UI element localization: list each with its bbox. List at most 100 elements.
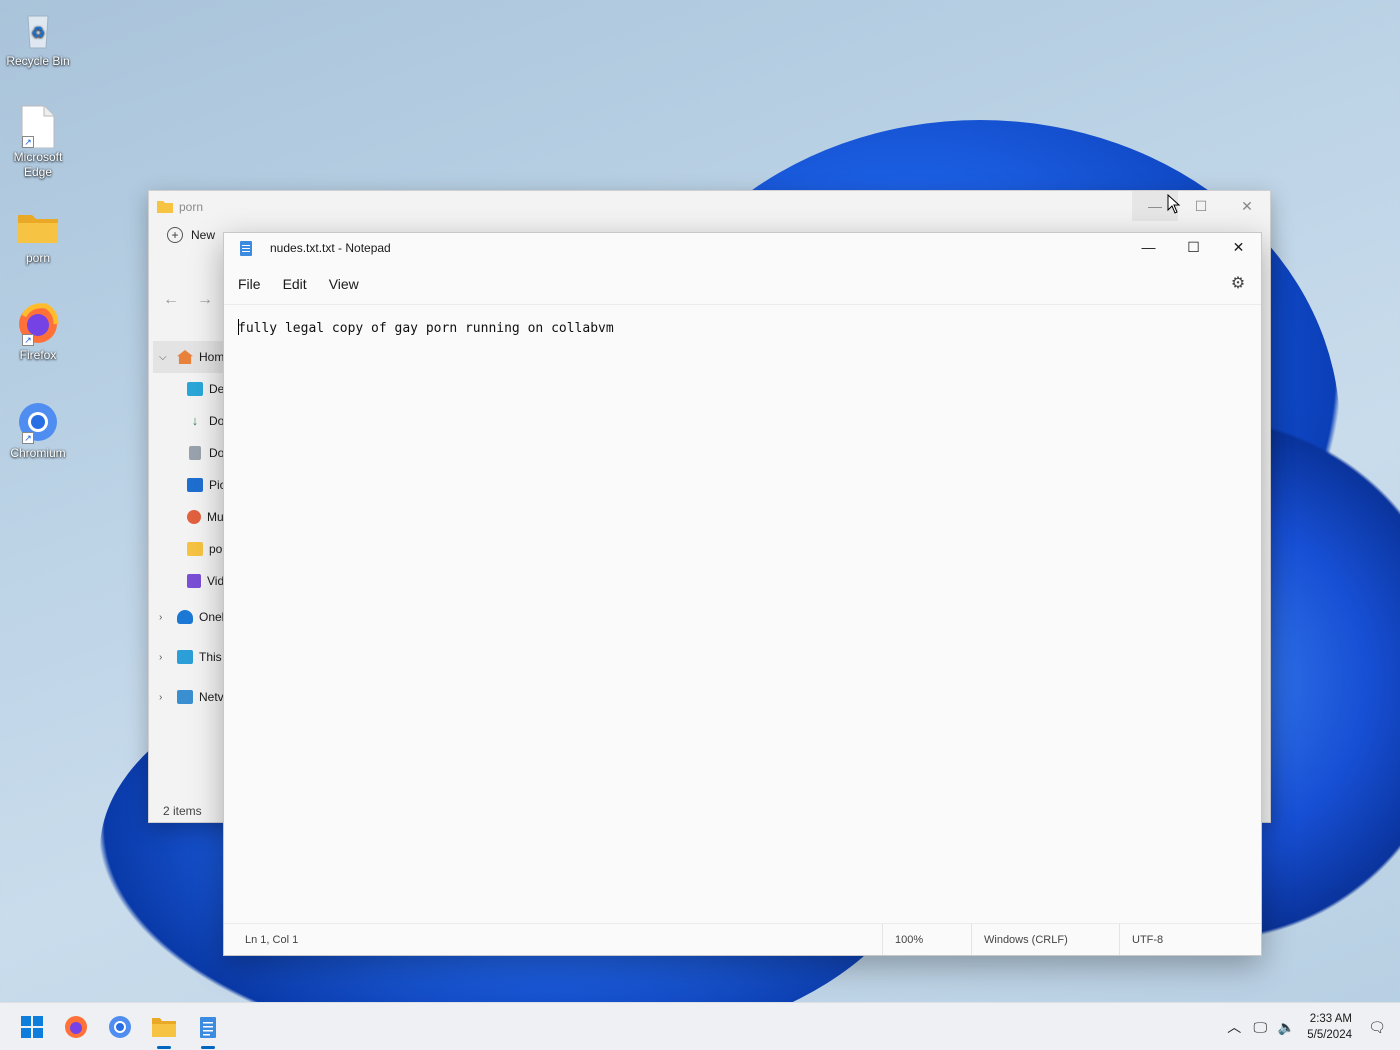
settings-gear-icon[interactable]: ⚙ bbox=[1229, 275, 1247, 293]
explorer-maximize-button[interactable]: ☐ bbox=[1178, 191, 1224, 221]
notepad-app-icon bbox=[240, 240, 252, 256]
network-display-icon[interactable]: 🖵 bbox=[1247, 1019, 1273, 1036]
nav-item-onedrive[interactable]: › Onel bbox=[149, 597, 229, 637]
menu-edit[interactable]: Edit bbox=[273, 270, 317, 298]
explorer-nav-buttons: ← → bbox=[163, 291, 213, 309]
taskbar-chromium[interactable] bbox=[104, 1011, 136, 1043]
taskbar-notepad[interactable] bbox=[192, 1011, 224, 1049]
status-encoding[interactable]: UTF-8 bbox=[1119, 924, 1257, 955]
nav-item-this-pc[interactable]: › This bbox=[149, 637, 229, 677]
notepad-caption-buttons: — ☐ ✕ bbox=[1126, 233, 1261, 261]
nav-item-label: Onel bbox=[199, 610, 225, 624]
desktop-icon-microsoft-edge[interactable]: ↗ Microsoft Edge bbox=[4, 104, 72, 180]
nav-item-label: Mu bbox=[207, 510, 224, 524]
desktop-icon-recycle-bin[interactable]: ♻ Recycle Bin bbox=[4, 8, 72, 69]
notepad-close-button[interactable]: ✕ bbox=[1216, 233, 1261, 261]
desktop-icon-firefox[interactable]: ↗ Firefox bbox=[4, 302, 72, 363]
desktop-icon-label: Recycle Bin bbox=[6, 54, 70, 68]
windows-logo-icon bbox=[21, 1016, 43, 1038]
desktop-icon bbox=[187, 382, 203, 396]
file-explorer-icon bbox=[152, 1018, 176, 1037]
nav-item-porn-folder[interactable]: po bbox=[149, 533, 229, 565]
start-button[interactable] bbox=[16, 1011, 48, 1043]
nav-item-desktop[interactable]: De bbox=[149, 373, 229, 405]
svg-text:♻: ♻ bbox=[31, 23, 45, 42]
notepad-titlebar[interactable]: nudes.txt.txt - Notepad — ☐ ✕ bbox=[224, 233, 1261, 263]
nav-item-label: Netv bbox=[199, 690, 224, 704]
notification-icon[interactable]: 🗨 bbox=[1364, 1019, 1390, 1036]
desktop-icon-label: porn bbox=[25, 251, 51, 265]
pictures-icon bbox=[187, 478, 203, 492]
chevron-right-icon[interactable]: › bbox=[159, 612, 177, 623]
forward-arrow-icon[interactable]: → bbox=[197, 291, 213, 309]
music-icon bbox=[187, 510, 201, 524]
folder-icon bbox=[187, 542, 203, 556]
desktop-icon-label: Chromium bbox=[10, 446, 66, 460]
notepad-window[interactable]: nudes.txt.txt - Notepad — ☐ ✕ File Edit … bbox=[223, 232, 1262, 956]
taskbar-clock[interactable]: 2:33 AM 5/5/2024 bbox=[1307, 1011, 1352, 1043]
speaker-muted-icon[interactable]: 🔈 bbox=[1273, 1019, 1299, 1036]
nav-item-network[interactable]: › Netv bbox=[149, 677, 229, 717]
notepad-text-editor[interactable]: fully legal copy of gay porn running on … bbox=[238, 319, 1247, 923]
firefox-icon bbox=[65, 1016, 87, 1038]
explorer-caption-buttons: — ☐ ✕ bbox=[1132, 191, 1270, 221]
explorer-new-button[interactable]: + New bbox=[167, 227, 215, 243]
chevron-up-icon[interactable]: ︿ bbox=[1221, 1017, 1247, 1037]
network-icon bbox=[177, 690, 193, 704]
chevron-right-icon[interactable]: › bbox=[159, 652, 177, 663]
document-icon bbox=[189, 446, 201, 460]
explorer-status-items: 2 items bbox=[163, 804, 202, 818]
desktop-icon-label: Firefox bbox=[19, 348, 57, 362]
notepad-statusbar: Ln 1, Col 1 100% Windows (CRLF) UTF-8 bbox=[224, 923, 1261, 955]
nav-item-label: Hom bbox=[199, 350, 225, 364]
menu-view[interactable]: View bbox=[319, 270, 369, 298]
editor-content: fully legal copy of gay porn running on … bbox=[238, 321, 614, 336]
menu-file[interactable]: File bbox=[228, 270, 271, 298]
explorer-title: porn bbox=[179, 200, 204, 214]
chromium-icon bbox=[109, 1016, 131, 1038]
notepad-minimize-button[interactable]: — bbox=[1126, 233, 1171, 261]
folder-icon bbox=[157, 201, 173, 213]
folder-icon bbox=[16, 205, 60, 249]
shortcut-arrow-icon: ↗ bbox=[22, 136, 34, 148]
status-line-ending[interactable]: Windows (CRLF) bbox=[971, 924, 1119, 955]
desktop-icon-porn-folder[interactable]: porn bbox=[4, 205, 72, 266]
nav-item-videos[interactable]: Vid bbox=[149, 565, 229, 597]
nav-item-documents[interactable]: Do bbox=[149, 437, 229, 469]
nav-item-downloads[interactable]: ↓ Do bbox=[149, 405, 229, 437]
explorer-titlebar[interactable]: porn bbox=[149, 191, 1270, 223]
download-icon: ↓ bbox=[191, 413, 199, 428]
notepad-menubar: File Edit View ⚙ bbox=[224, 263, 1261, 305]
taskbar: ︿ 🖵 🔈 2:33 AM 5/5/2024 🗨 bbox=[0, 1002, 1400, 1050]
computer-icon bbox=[177, 650, 193, 664]
chevron-right-icon[interactable]: › bbox=[159, 692, 177, 703]
nav-item-home[interactable]: ⌵ Hom bbox=[153, 341, 229, 373]
notepad-icon bbox=[200, 1017, 216, 1038]
status-zoom[interactable]: 100% bbox=[882, 924, 971, 955]
edge-file-icon: ↗ bbox=[16, 104, 60, 149]
nav-item-pictures[interactable]: Pic bbox=[149, 469, 229, 501]
back-arrow-icon[interactable]: ← bbox=[163, 291, 179, 309]
recycle-bin-icon: ♻ bbox=[16, 8, 60, 52]
desktop-icon-chromium[interactable]: ↗ Chromium bbox=[4, 400, 72, 461]
notepad-maximize-button[interactable]: ☐ bbox=[1171, 233, 1216, 261]
nav-item-music[interactable]: Mu bbox=[149, 501, 229, 533]
videos-icon bbox=[187, 574, 201, 588]
nav-item-label: Vid bbox=[207, 574, 225, 588]
nav-item-label: po bbox=[209, 542, 223, 556]
shortcut-arrow-icon: ↗ bbox=[22, 432, 34, 444]
cloud-icon bbox=[177, 610, 193, 624]
desktop-icon-label: Microsoft Edge bbox=[13, 150, 63, 179]
taskbar-firefox[interactable] bbox=[60, 1011, 92, 1043]
taskbar-file-explorer[interactable] bbox=[148, 1011, 180, 1049]
status-cursor-position: Ln 1, Col 1 bbox=[245, 933, 299, 946]
mouse-cursor-icon bbox=[1167, 194, 1181, 214]
new-button-label: New bbox=[191, 228, 216, 242]
clock-time: 2:33 AM bbox=[1309, 1013, 1352, 1025]
chromium-icon: ↗ bbox=[16, 400, 60, 444]
chevron-down-icon[interactable]: ⌵ bbox=[159, 352, 177, 363]
firefox-icon: ↗ bbox=[16, 302, 60, 346]
explorer-close-button[interactable]: ✕ bbox=[1224, 191, 1270, 221]
home-icon bbox=[177, 350, 193, 364]
plus-icon: + bbox=[167, 227, 183, 243]
